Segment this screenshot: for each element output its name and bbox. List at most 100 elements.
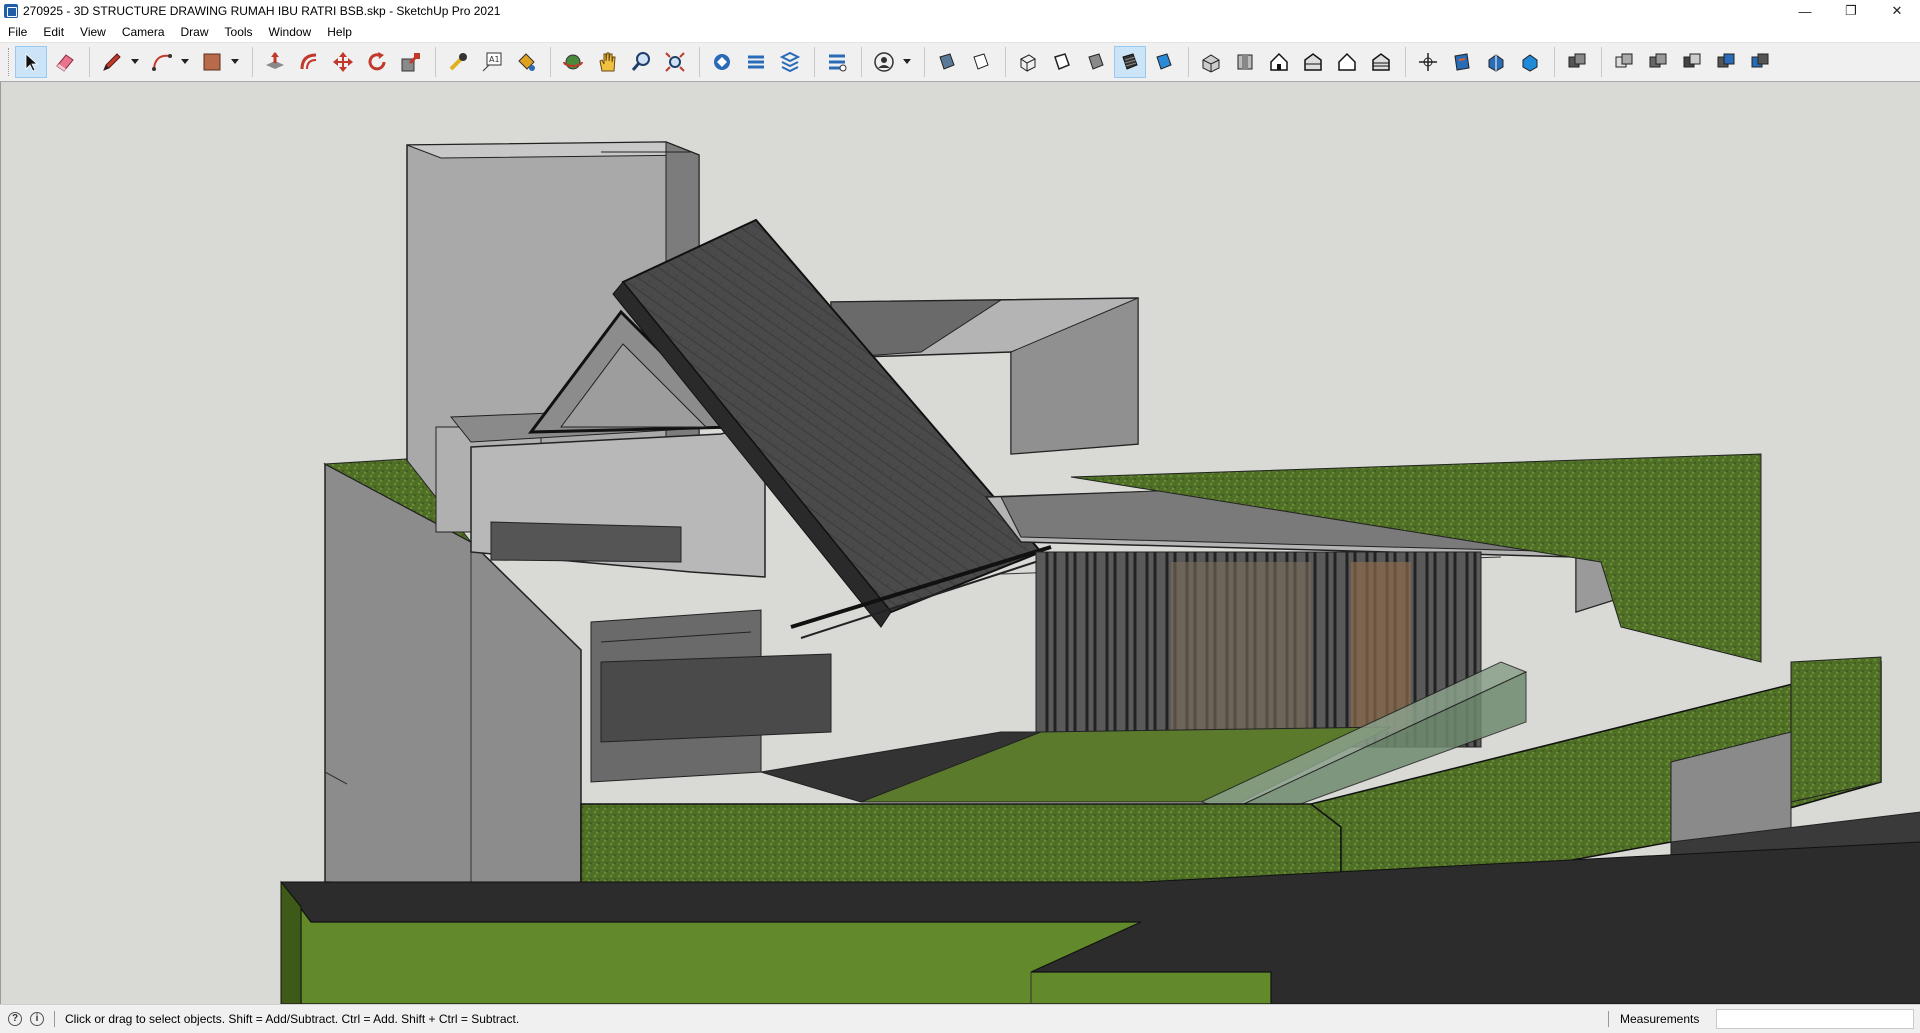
chevron-down-icon (181, 59, 189, 64)
rectangle-tool-button[interactable] (196, 46, 228, 78)
wireframe-icon (1020, 54, 1036, 72)
geo-location-icon[interactable]: ? (8, 1011, 22, 1026)
xray-style-button[interactable] (931, 46, 963, 78)
zoom-extents-icon (665, 52, 685, 72)
eraser-icon (56, 54, 74, 72)
tag-tool-4-button[interactable] (1710, 46, 1742, 78)
orbit-tool-button[interactable] (557, 46, 589, 78)
shaded-textures-icon (1122, 53, 1138, 70)
tag-tool-5-button[interactable] (1744, 46, 1776, 78)
rotate-tool-button[interactable] (361, 46, 393, 78)
toolbar-separator (1188, 47, 1189, 77)
solid-trim-icon (1717, 53, 1735, 68)
back-edges-style-button[interactable] (965, 46, 997, 78)
chevron-down-icon (131, 59, 139, 64)
minimize-button[interactable]: — (1782, 0, 1828, 22)
display-section-planes-button[interactable] (1446, 46, 1478, 78)
title-bar: 270925 - 3D STRUCTURE DRAWING RUMAH IBU … (0, 0, 1920, 22)
move-icon (333, 52, 353, 72)
arc-tool-dropdown[interactable] (180, 46, 190, 78)
zoom-extents-tool-button[interactable] (659, 46, 691, 78)
scale-tool-button[interactable] (395, 46, 427, 78)
menu-view[interactable]: View (72, 22, 114, 42)
extension-warehouse-button[interactable] (740, 46, 772, 78)
shaded-textures-style-button[interactable] (1114, 46, 1146, 78)
menu-camera[interactable]: Camera (114, 22, 173, 42)
back-edges-icon (973, 53, 989, 70)
text-tool-button[interactable]: A1 (476, 46, 508, 78)
account-button[interactable] (868, 46, 900, 78)
house-front-icon (1270, 52, 1288, 71)
menu-window[interactable]: Window (261, 22, 320, 42)
extension-manager-icon (829, 54, 847, 72)
credits-info-icon[interactable]: i (30, 1011, 44, 1026)
iso-view-button[interactable] (1195, 46, 1227, 78)
scale-icon (401, 52, 421, 72)
warehouse-button[interactable] (706, 46, 738, 78)
hidden-line-style-button[interactable] (1046, 46, 1078, 78)
shaded-icon (1088, 53, 1104, 70)
solid-union-icon (1615, 53, 1633, 68)
display-section-cuts-button[interactable] (1480, 46, 1512, 78)
back-view-button[interactable] (1331, 46, 1363, 78)
arc-tool-button[interactable] (146, 46, 178, 78)
account-dropdown[interactable] (902, 46, 912, 78)
top-view-button[interactable] (1229, 46, 1261, 78)
paint-bucket-icon (518, 53, 535, 71)
section-cut-icon (1488, 54, 1504, 72)
push-pull-tool-button[interactable] (259, 46, 291, 78)
iso-view-icon (1202, 54, 1220, 73)
close-button[interactable]: ✕ (1874, 0, 1920, 22)
tag-tool-2-button[interactable] (1642, 46, 1674, 78)
toolbar-separator (252, 47, 253, 77)
paint-bucket-tool-button[interactable] (510, 46, 542, 78)
line-tool-dropdown[interactable] (130, 46, 140, 78)
model-viewport[interactable] (0, 82, 1920, 1004)
display-section-fill-button[interactable] (1514, 46, 1546, 78)
house-back-icon (1338, 52, 1356, 71)
pan-tool-button[interactable] (591, 46, 623, 78)
right-view-button[interactable] (1297, 46, 1329, 78)
front-view-button[interactable] (1263, 46, 1295, 78)
wireframe-style-button[interactable] (1012, 46, 1044, 78)
left-view-button[interactable] (1365, 46, 1397, 78)
components-button[interactable] (1561, 46, 1593, 78)
menu-draw[interactable]: Draw (173, 22, 217, 42)
eraser-tool-button[interactable] (49, 46, 81, 78)
menu-file[interactable]: File (0, 22, 35, 42)
toolbar-separator (699, 47, 700, 77)
tag-tool-1-button[interactable] (1608, 46, 1640, 78)
window-controls: — ❐ ✕ (1782, 0, 1920, 22)
orbit-icon (563, 54, 583, 70)
solid-split-icon (1751, 53, 1769, 68)
toolbar-separator (1554, 47, 1555, 77)
offset-icon (300, 53, 317, 70)
pencil-icon (103, 53, 121, 71)
monochrome-style-button[interactable] (1148, 46, 1180, 78)
line-tool-button[interactable] (96, 46, 128, 78)
top-view-icon (1237, 54, 1253, 70)
move-tool-button[interactable] (327, 46, 359, 78)
tag-tool-3-button[interactable] (1676, 46, 1708, 78)
menu-help[interactable]: Help (319, 22, 360, 42)
menu-tools[interactable]: Tools (217, 22, 261, 42)
toolbar-separator (1601, 47, 1602, 77)
rectangle-tool-dropdown[interactable] (230, 46, 240, 78)
zoom-tool-button[interactable] (625, 46, 657, 78)
offset-tool-button[interactable] (293, 46, 325, 78)
extension-manager-button[interactable] (821, 46, 853, 78)
toolbar-grip[interactable] (8, 48, 11, 76)
hand-icon (599, 52, 616, 72)
menu-bar: File Edit View Camera Draw Tools Window … (0, 22, 1920, 42)
measurements-input[interactable] (1716, 1009, 1914, 1029)
menu-edit[interactable]: Edit (35, 22, 72, 42)
shaded-style-button[interactable] (1080, 46, 1112, 78)
3d-model-scene[interactable] (1, 82, 1920, 1004)
restore-button[interactable]: ❐ (1828, 0, 1874, 22)
select-tool-button[interactable] (15, 46, 47, 78)
tape-measure-tool-button[interactable] (442, 46, 474, 78)
layout-button[interactable] (774, 46, 806, 78)
extension-warehouse-icon (748, 55, 764, 69)
toolbar-separator (1005, 47, 1006, 77)
section-plane-button[interactable] (1412, 46, 1444, 78)
